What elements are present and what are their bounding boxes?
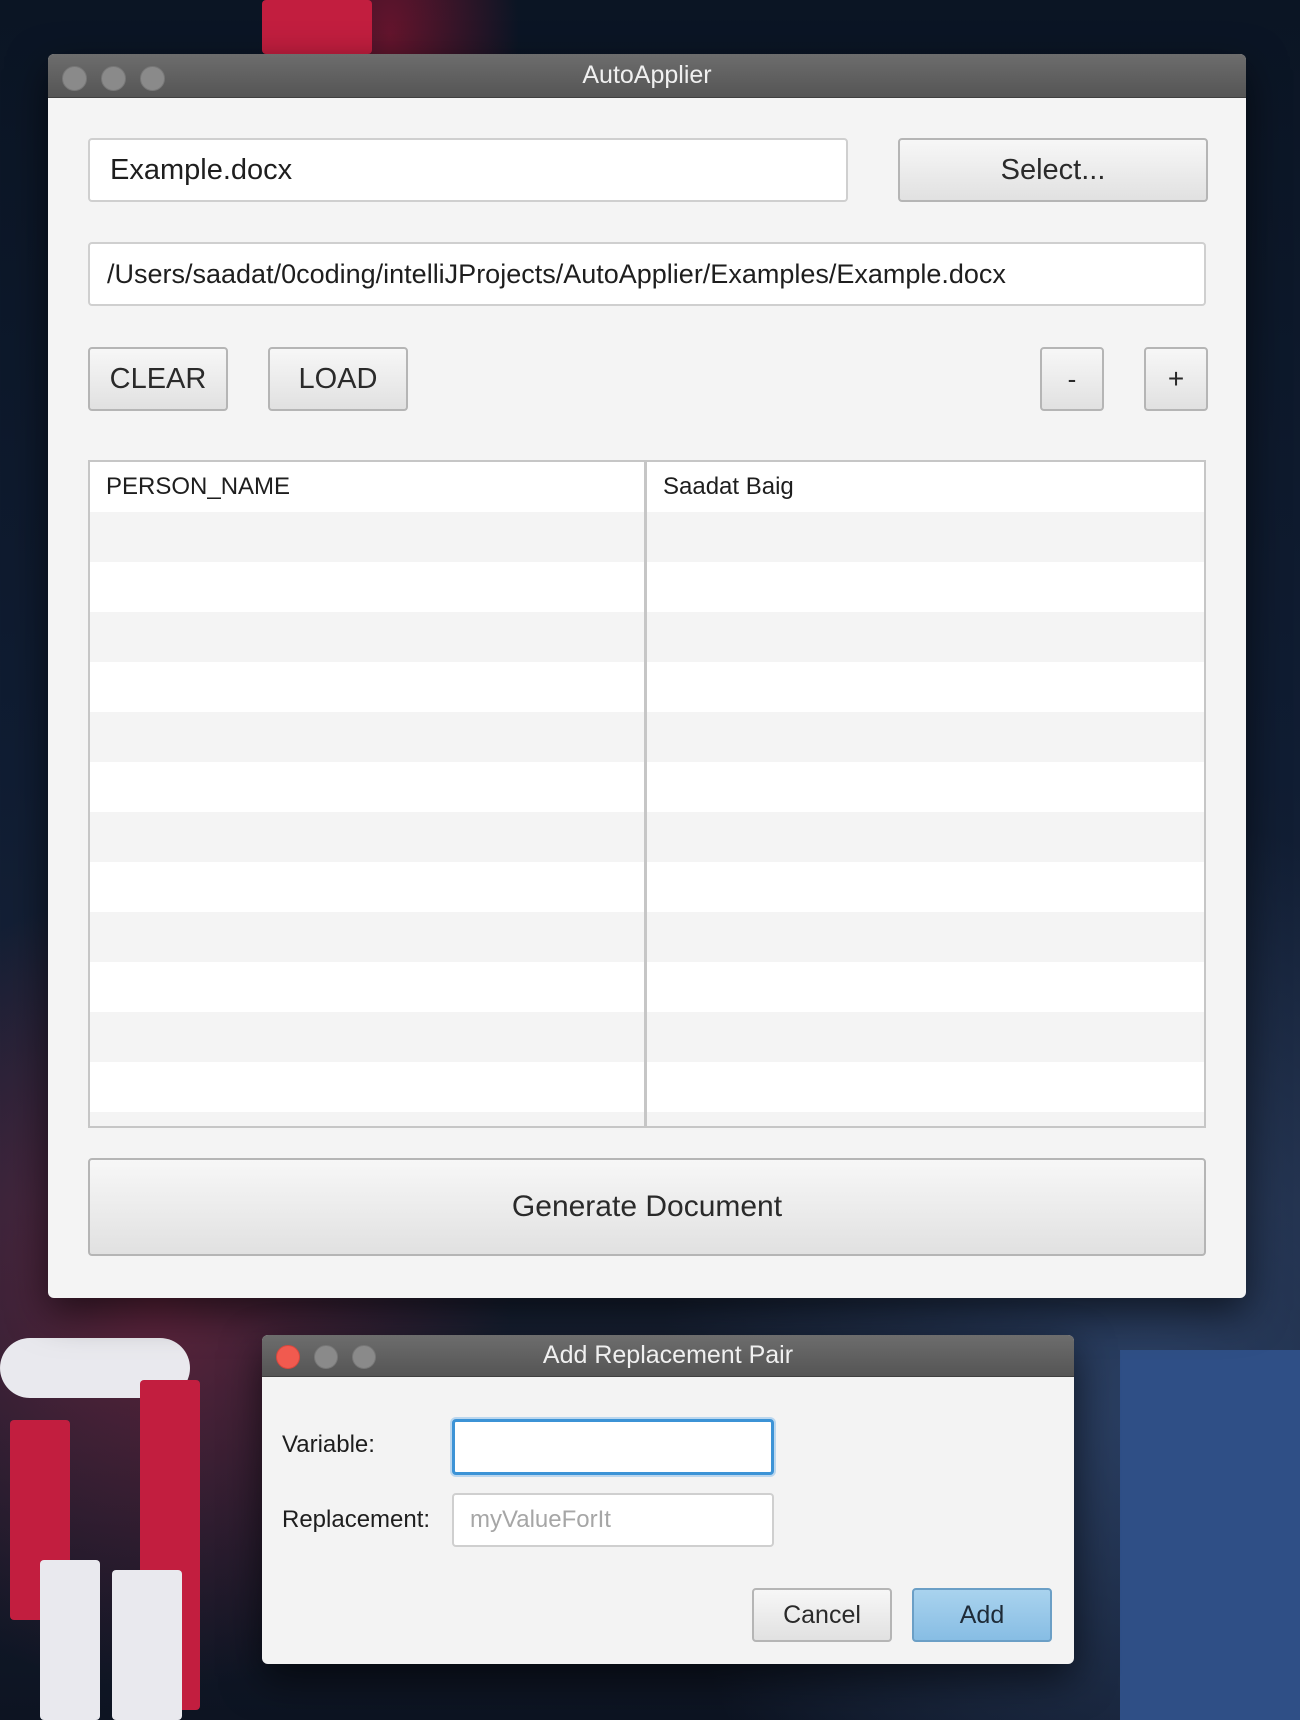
dialog-titlebar[interactable]: Add Replacement Pair bbox=[262, 1335, 1074, 1377]
empty-row bbox=[90, 1012, 644, 1062]
add-button[interactable]: Add bbox=[912, 1588, 1052, 1642]
empty-row bbox=[647, 862, 1204, 912]
generate-document-button[interactable]: Generate Document bbox=[88, 1158, 1206, 1256]
empty-row bbox=[647, 1012, 1204, 1062]
cancel-button[interactable]: Cancel bbox=[752, 1588, 892, 1642]
table-row[interactable]: PERSON_NAME bbox=[90, 462, 644, 512]
empty-row bbox=[647, 1112, 1204, 1126]
empty-row bbox=[647, 662, 1204, 712]
main-window: AutoApplier Select... CLEAR LOAD - + PER… bbox=[48, 54, 1246, 1298]
file-name-field[interactable] bbox=[88, 138, 848, 202]
empty-row bbox=[90, 562, 644, 612]
window-controls bbox=[62, 66, 165, 91]
close-window-icon[interactable] bbox=[62, 66, 87, 91]
empty-row bbox=[90, 512, 644, 562]
file-path-field[interactable] bbox=[88, 242, 1206, 306]
replacement-table[interactable]: PERSON_NAME Saadat Baig bbox=[88, 460, 1206, 1128]
empty-row bbox=[647, 612, 1204, 662]
replacement-label: Replacement: bbox=[282, 1506, 431, 1533]
empty-row bbox=[90, 712, 644, 762]
variable-column: PERSON_NAME bbox=[90, 462, 647, 1126]
empty-row bbox=[647, 1062, 1204, 1112]
window-title: AutoApplier bbox=[582, 61, 712, 89]
empty-row bbox=[647, 762, 1204, 812]
empty-row bbox=[90, 912, 644, 962]
empty-row bbox=[90, 612, 644, 662]
close-dialog-icon[interactable] bbox=[276, 1345, 300, 1369]
empty-row bbox=[90, 962, 644, 1012]
empty-row bbox=[90, 662, 644, 712]
empty-row bbox=[90, 1062, 644, 1112]
empty-row bbox=[647, 912, 1204, 962]
dialog-title: Add Replacement Pair bbox=[542, 1341, 794, 1369]
empty-row bbox=[647, 712, 1204, 762]
dialog-window-controls bbox=[276, 1345, 376, 1369]
variable-label: Variable: bbox=[282, 1431, 375, 1458]
zoom-dialog-icon[interactable] bbox=[352, 1345, 376, 1369]
variable-cell: PERSON_NAME bbox=[106, 473, 291, 500]
zoom-window-icon[interactable] bbox=[140, 66, 165, 91]
wallpaper-sign bbox=[262, 0, 372, 54]
empty-row bbox=[90, 862, 644, 912]
clear-button[interactable]: CLEAR bbox=[88, 347, 228, 411]
load-button[interactable]: LOAD bbox=[268, 347, 408, 411]
minimize-dialog-icon[interactable] bbox=[314, 1345, 338, 1369]
remove-pair-button[interactable]: - bbox=[1040, 347, 1104, 411]
table-row[interactable]: Saadat Baig bbox=[647, 462, 1204, 512]
empty-row bbox=[647, 812, 1204, 862]
empty-row bbox=[647, 962, 1204, 1012]
add-pair-button[interactable]: + bbox=[1144, 347, 1208, 411]
replacement-input[interactable] bbox=[452, 1493, 774, 1547]
replacement-column: Saadat Baig bbox=[647, 462, 1204, 1126]
empty-row bbox=[90, 1112, 644, 1126]
empty-row bbox=[90, 762, 644, 812]
select-button[interactable]: Select... bbox=[898, 138, 1208, 202]
add-pair-dialog: Add Replacement Pair Variable: Replaceme… bbox=[262, 1335, 1074, 1664]
main-titlebar[interactable]: AutoApplier bbox=[48, 54, 1246, 98]
wallpaper-sign bbox=[112, 1570, 182, 1720]
minimize-window-icon[interactable] bbox=[101, 66, 126, 91]
empty-row bbox=[647, 562, 1204, 612]
empty-row bbox=[647, 512, 1204, 562]
empty-row bbox=[90, 812, 644, 862]
variable-input[interactable] bbox=[452, 1419, 774, 1475]
replacement-cell: Saadat Baig bbox=[663, 473, 794, 500]
wallpaper-sign bbox=[1120, 1350, 1300, 1720]
wallpaper-sign bbox=[40, 1560, 100, 1720]
